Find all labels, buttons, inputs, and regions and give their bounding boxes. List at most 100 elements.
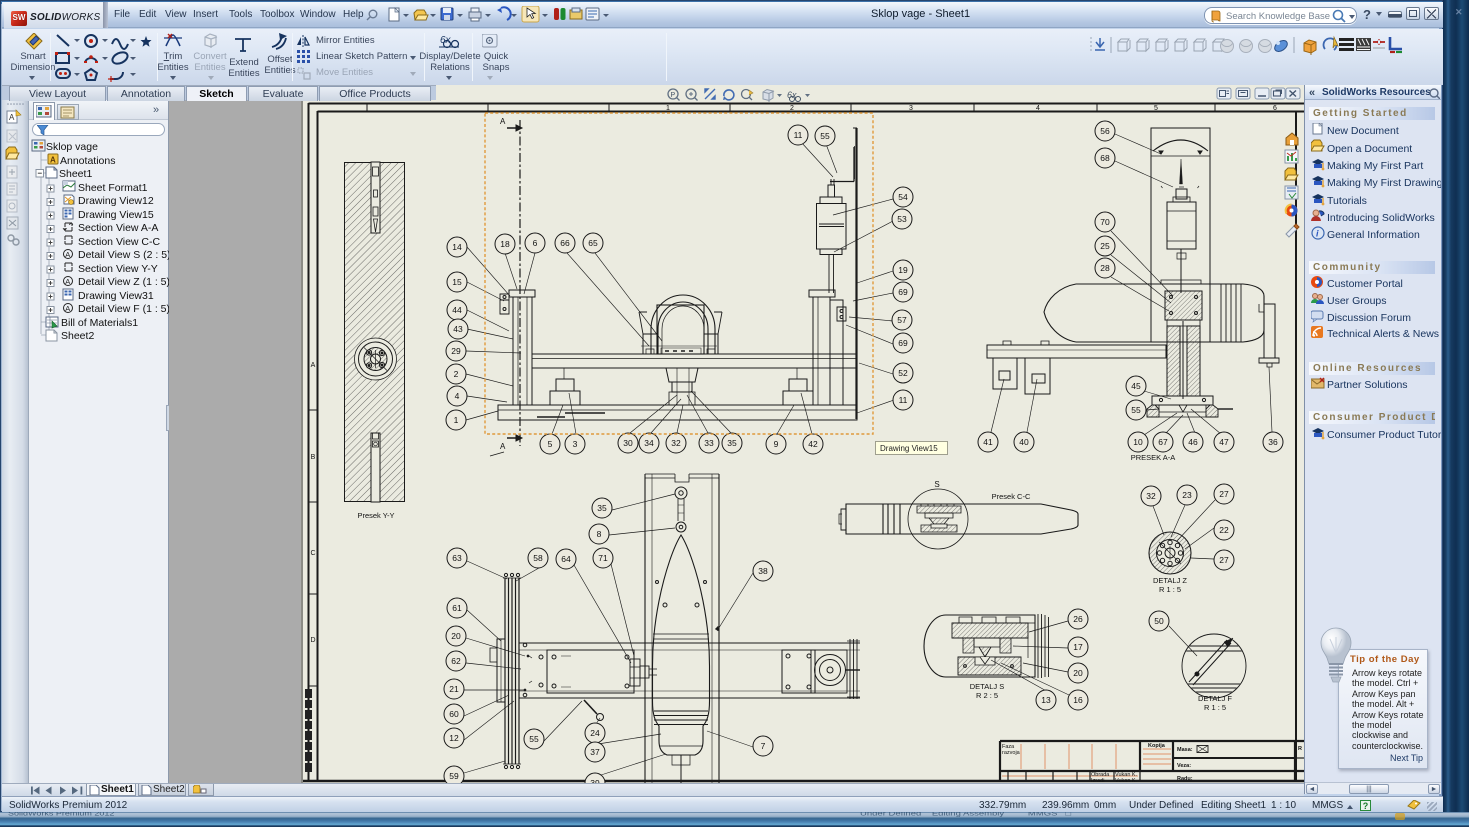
svg-text:38: 38: [758, 566, 768, 576]
svg-text:7: 7: [761, 741, 766, 751]
svg-text:14: 14: [452, 242, 462, 252]
svg-text:3: 3: [573, 439, 578, 449]
svg-text:45: 45: [1131, 381, 1141, 391]
svg-text:15: 15: [452, 277, 462, 287]
svg-text:10: 10: [1133, 437, 1143, 447]
svg-text:56: 56: [1100, 126, 1110, 136]
svg-text:4: 4: [455, 391, 460, 401]
svg-text:44: 44: [452, 305, 462, 315]
svg-text:27: 27: [1219, 489, 1229, 499]
svg-text:28: 28: [1100, 263, 1110, 273]
svg-text:55: 55: [529, 734, 539, 744]
svg-text:30: 30: [623, 438, 633, 448]
svg-text:65: 65: [588, 238, 598, 248]
svg-text:37: 37: [590, 747, 600, 757]
svg-text:R 2 : 5: R 2 : 5: [976, 691, 998, 700]
svg-text:41: 41: [983, 437, 993, 447]
svg-text:D: D: [310, 637, 315, 644]
svg-text:A: A: [50, 156, 56, 165]
svg-text:34: 34: [644, 438, 654, 448]
svg-text:19: 19: [898, 265, 908, 275]
svg-text:Presek Y-Y: Presek Y-Y: [357, 511, 394, 520]
svg-text:Vukan K.: Vukan K.: [1115, 778, 1138, 783]
svg-text:70: 70: [1100, 217, 1110, 227]
svg-text:55: 55: [820, 131, 830, 141]
svg-text:33: 33: [704, 438, 714, 448]
svg-text:57: 57: [897, 315, 907, 325]
svg-text:11: 11: [794, 130, 803, 140]
svg-text:55: 55: [1131, 405, 1141, 415]
svg-text:42: 42: [808, 439, 818, 449]
svg-text:20: 20: [1073, 668, 1083, 678]
svg-text:R 1 : 5: R 1 : 5: [1159, 585, 1181, 594]
svg-text:DETALJ Z: DETALJ Z: [1153, 576, 1187, 585]
svg-text:46: 46: [1188, 437, 1198, 447]
svg-text:62: 62: [451, 656, 461, 666]
svg-text:29: 29: [451, 346, 461, 356]
svg-text:13: 13: [1041, 695, 1051, 705]
svg-text:6: 6: [1273, 105, 1277, 112]
svg-text:17: 17: [1073, 642, 1083, 652]
svg-text:6: 6: [533, 238, 538, 248]
svg-text:47: 47: [1219, 437, 1229, 447]
svg-text:P: P: [671, 92, 676, 99]
svg-text:24: 24: [590, 728, 600, 738]
svg-text:A: A: [65, 277, 70, 286]
svg-text:50: 50: [1154, 616, 1164, 626]
svg-text:27: 27: [1219, 555, 1229, 565]
svg-text:A: A: [500, 117, 506, 126]
svg-text:35: 35: [597, 503, 607, 513]
svg-text:53: 53: [897, 214, 907, 224]
svg-text:A: A: [65, 304, 70, 313]
svg-text:R 1 : 5: R 1 : 5: [1204, 703, 1226, 712]
svg-text:16: 16: [1073, 695, 1083, 705]
svg-text:25: 25: [1100, 241, 1110, 251]
svg-text:23: 23: [1182, 490, 1192, 500]
svg-text:39: 39: [590, 778, 600, 783]
svg-text:Veza:: Veza:: [1177, 763, 1191, 769]
svg-text:Izradi: Izradi: [1091, 778, 1104, 783]
svg-text:9: 9: [774, 439, 779, 449]
svg-text:21: 21: [449, 684, 459, 694]
svg-text:12: 12: [449, 733, 459, 743]
svg-text:DETALJ F: DETALJ F: [1198, 694, 1232, 703]
svg-text:60: 60: [449, 709, 459, 719]
svg-text:61: 61: [452, 603, 462, 613]
svg-text:71: 71: [598, 553, 608, 563]
svg-text:B: B: [311, 454, 316, 461]
svg-text:A: A: [500, 442, 506, 451]
svg-text:36: 36: [1268, 437, 1278, 447]
svg-text:8: 8: [597, 529, 602, 539]
svg-text:32: 32: [1146, 491, 1156, 501]
svg-text:5: 5: [548, 439, 553, 449]
svg-text:A: A: [311, 362, 316, 369]
svg-text:2: 2: [790, 105, 794, 112]
svg-text:69: 69: [898, 338, 908, 348]
svg-text:S: S: [934, 480, 939, 489]
svg-text:66: 66: [560, 238, 570, 248]
svg-text:PRESEK A-A: PRESEK A-A: [1131, 453, 1176, 462]
svg-text:DETALJ S: DETALJ S: [970, 682, 1004, 691]
svg-text:20: 20: [451, 631, 461, 641]
svg-text:Drawing View15: Drawing View15: [880, 444, 938, 453]
svg-text:1: 1: [454, 415, 459, 425]
svg-text:63: 63: [452, 553, 462, 563]
svg-text:54: 54: [898, 192, 908, 202]
svg-text:R: R: [1298, 746, 1302, 752]
svg-text:18: 18: [500, 239, 510, 249]
svg-text:2: 2: [454, 369, 459, 379]
svg-text:Presek C-C: Presek C-C: [992, 492, 1031, 501]
svg-text:11: 11: [899, 395, 908, 405]
svg-text:22: 22: [1219, 525, 1229, 535]
svg-text:Kopija: Kopija: [1148, 743, 1166, 749]
svg-text:A: A: [65, 250, 70, 259]
svg-text:Radu:: Radu:: [1177, 776, 1193, 782]
svg-text:C: C: [310, 550, 315, 557]
svg-text:Masa:: Masa:: [1177, 747, 1193, 753]
svg-text:razvoja: razvoja: [1002, 750, 1021, 756]
svg-text:64: 64: [561, 554, 571, 564]
svg-text:69: 69: [898, 287, 908, 297]
svg-text:67: 67: [1158, 437, 1168, 447]
svg-text:43: 43: [453, 324, 463, 334]
svg-text:58: 58: [533, 553, 543, 563]
